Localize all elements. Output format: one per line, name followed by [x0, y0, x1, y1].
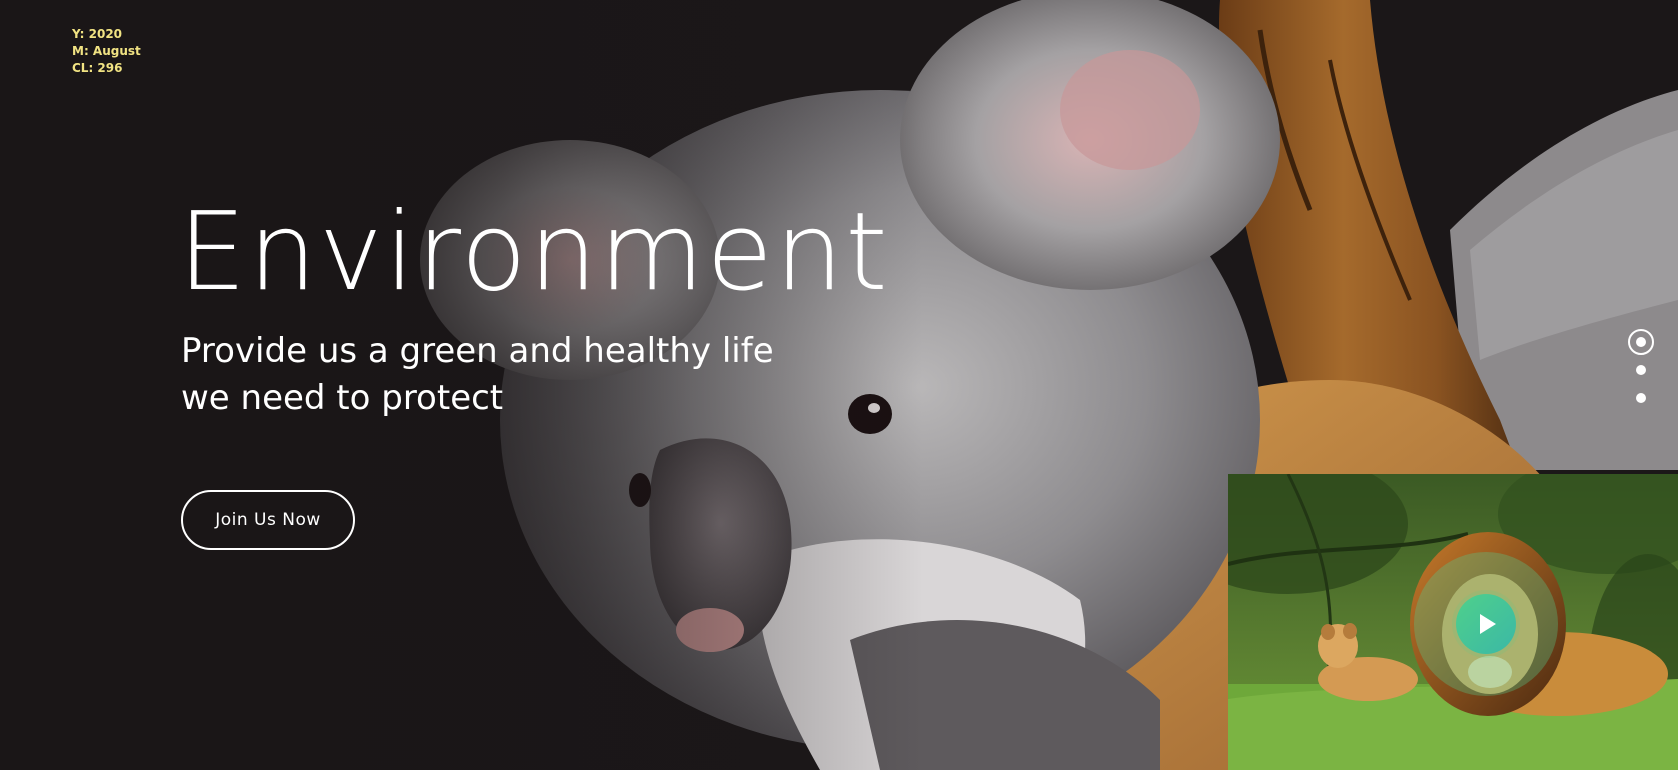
play-button[interactable]	[1456, 594, 1516, 654]
hero-page: Y: 2020 M: August CL: 296 Environment Pr…	[0, 0, 1678, 770]
debug-cl: CL: 296	[72, 61, 123, 75]
join-us-button[interactable]: Join Us Now	[181, 490, 355, 550]
hero-subtitle-line-2: we need to protect	[181, 378, 504, 418]
slider-pagination	[1628, 329, 1654, 413]
lion-thumbnail-image	[1228, 474, 1678, 770]
hero-subtitle: Provide us a green and healthy life we n…	[181, 328, 774, 422]
hero-subtitle-line-1: Provide us a green and healthy life	[181, 331, 774, 371]
debug-readout: Y: 2020 M: August CL: 296	[72, 26, 141, 77]
hero-title: Environment	[178, 190, 890, 315]
slider-dot-3[interactable]	[1628, 385, 1654, 411]
debug-month: M: August	[72, 44, 141, 58]
slider-dot-icon	[1636, 365, 1646, 375]
slider-dot-1[interactable]	[1628, 329, 1654, 355]
slider-dot-active-icon	[1636, 337, 1646, 347]
video-thumbnail[interactable]	[1228, 474, 1678, 770]
debug-year: Y: 2020	[72, 27, 123, 41]
slider-dot-2[interactable]	[1628, 357, 1654, 383]
slider-dot-icon	[1636, 393, 1646, 403]
play-icon	[1480, 614, 1496, 634]
